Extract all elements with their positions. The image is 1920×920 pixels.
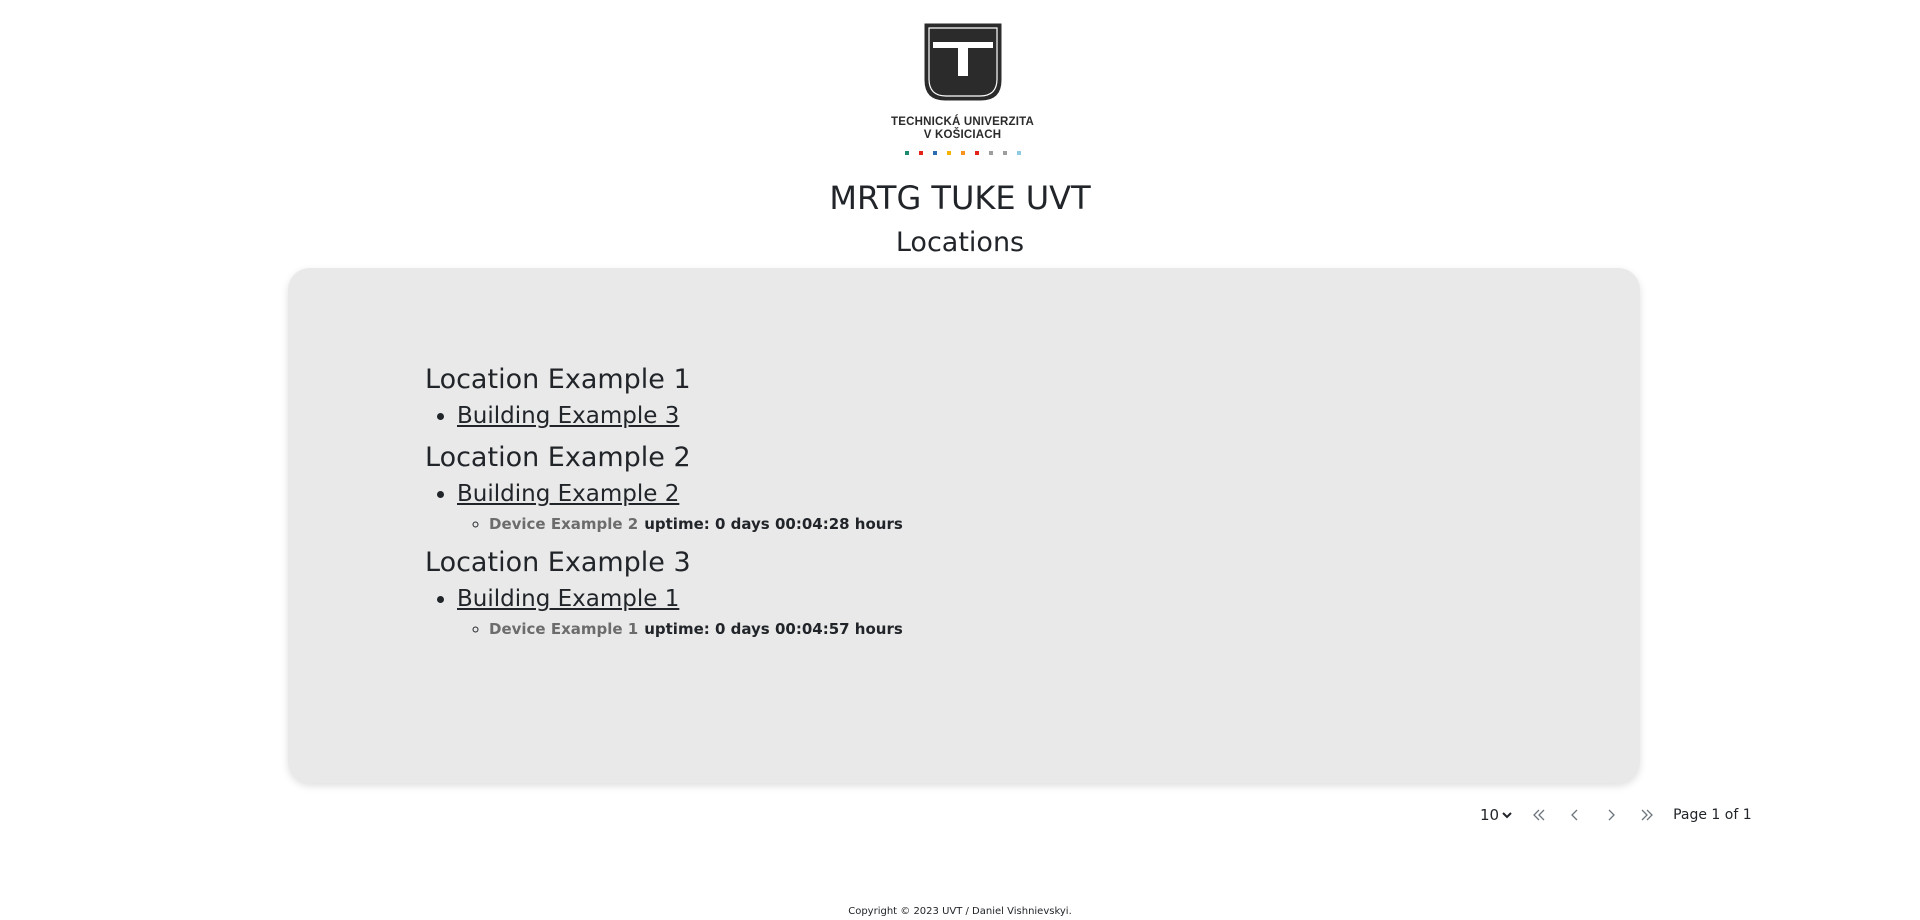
- chevron-left-icon: [1571, 809, 1578, 821]
- logo-color-dots: [880, 151, 1045, 155]
- building-item: Building Example 2 Device Example 2 uptime…: [457, 479, 903, 536]
- page-size-select[interactable]: 10: [1480, 806, 1513, 824]
- page-title: Locations: [895, 227, 1025, 258]
- chevron-right-icon: [1608, 809, 1616, 821]
- chevron-down-icon: [1502, 812, 1512, 819]
- logo-text-line1: TECHNICKÁ UNIVERZITA: [890, 116, 1035, 128]
- device-item: Device Example 2 uptime: 0 days 00:04:28 …: [489, 512, 903, 536]
- footer-copyright: Copyright © 2023 UVT / Daniel Vishnievsk…: [848, 906, 1072, 917]
- first-page-button[interactable]: [1529, 805, 1549, 825]
- building-item: Building Example 1 Device Example 1 uptime…: [457, 584, 903, 641]
- logo-dot: [904, 151, 909, 155]
- logo-dot: [932, 151, 937, 155]
- device-name[interactable]: Device Example 1: [489, 620, 638, 638]
- university-logo: TECHNICKÁ UNIVERZITA V KOŠICIACH: [880, 22, 1045, 167]
- building-link[interactable]: Building Example 3: [457, 403, 679, 429]
- logo-dot: [918, 151, 923, 155]
- locations-card: Location Example 1 Building Example 3 Loca…: [288, 268, 1640, 783]
- next-page-button[interactable]: [1601, 805, 1621, 825]
- building-list: Building Example 1 Device Example 1 uptime…: [425, 584, 903, 641]
- last-page-button[interactable]: [1637, 805, 1657, 825]
- logo-dot: [1002, 151, 1007, 155]
- logo-dot: [988, 151, 993, 155]
- location-title: Location Example 2: [425, 442, 691, 473]
- device-uptime: uptime: 0 days 00:04:28 hours: [644, 515, 903, 533]
- building-item: Building Example 3: [457, 401, 903, 431]
- page-size-value: 10: [1480, 806, 1500, 824]
- logo-text-line2: V KOŠICIACH: [923, 129, 1002, 141]
- double-chevron-right-icon: [1641, 809, 1654, 821]
- building-list: Building Example 2 Device Example 2 uptime…: [425, 479, 903, 536]
- previous-page-button[interactable]: [1565, 805, 1585, 825]
- device-list: Device Example 2 uptime: 0 days 00:04:28 …: [457, 512, 903, 536]
- logo-dot: [1016, 151, 1021, 155]
- building-link[interactable]: Building Example 1: [457, 586, 679, 612]
- double-chevron-left-icon: [1533, 809, 1545, 821]
- site-title: MRTG TUKE UVT: [829, 179, 1091, 217]
- logo-dot: [946, 151, 951, 155]
- device-item: Device Example 1 uptime: 0 days 00:04:57 …: [489, 617, 903, 641]
- logo-dot: [974, 151, 979, 155]
- device-list: Device Example 1 uptime: 0 days 00:04:57 …: [457, 617, 903, 641]
- device-uptime: uptime: 0 days 00:04:57 hours: [644, 620, 903, 638]
- logo-dot: [960, 151, 965, 155]
- building-link[interactable]: Building Example 2: [457, 481, 679, 507]
- locations-list: Location Example 1 Building Example 3 Loca…: [425, 363, 903, 651]
- page-indicator: Page 1 of 1: [1673, 807, 1752, 823]
- location-title: Location Example 3: [425, 547, 691, 578]
- building-list: Building Example 3: [425, 401, 903, 431]
- location-title: Location Example 1: [425, 364, 691, 395]
- device-name[interactable]: Device Example 2: [489, 515, 638, 533]
- tuke-emblem-icon: [924, 23, 1001, 101]
- pagination: 10 Page 1 of 1: [1480, 800, 1752, 830]
